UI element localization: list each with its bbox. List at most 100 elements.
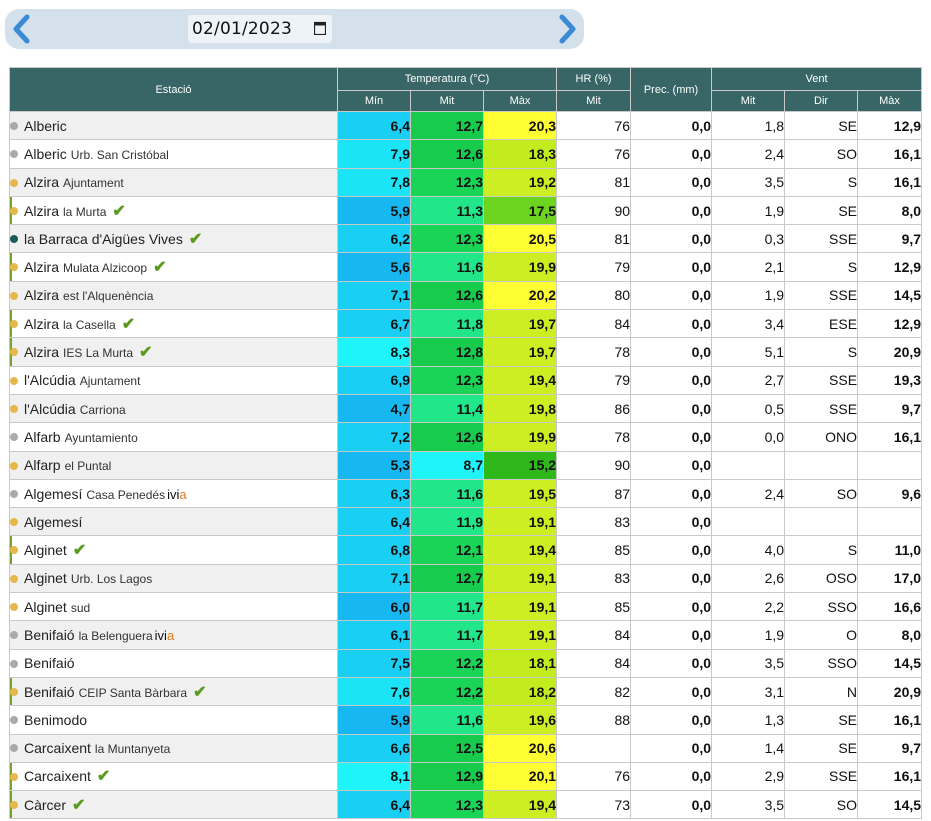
prec-cell: 0,0 <box>630 507 713 537</box>
header-vent: Vent <box>711 67 923 91</box>
header-tmit[interactable]: Mit <box>410 90 484 112</box>
station-cell[interactable]: Alzira est l'Alquenència <box>9 280 338 311</box>
table-row[interactable]: Alzira la Murta ✔ 5,9 11,3 17,5 90 0,0 1,9 SE 8,0 <box>9 195 923 226</box>
station-cell[interactable]: Alfarb Ayuntamiento <box>9 422 338 452</box>
station-cell[interactable]: Algemesí <box>9 507 338 537</box>
station-name[interactable]: Alfarp <box>24 457 61 473</box>
temp-max-cell: 20,6 <box>482 733 558 763</box>
table-row[interactable]: Algemesí 6,4 11,9 19,1 83 0,0 <box>9 507 923 537</box>
table-row[interactable]: Alginet sud 6,0 11,7 19,1 85 0,0 2,2 SSO 16,6 <box>9 592 923 622</box>
table-row[interactable]: Benifaió CEIP Santa Bàrbara ✔ 7,6 12,2 18,2 82… <box>9 676 923 707</box>
station-cell[interactable]: Alzira la Casella ✔ <box>9 309 338 339</box>
table-row[interactable]: Alzira est l'Alquenència 7,1 12,6 20,2 80 0,0 1… <box>9 280 923 311</box>
table-row[interactable]: Carcaixent la Muntanyeta 6,6 12,5 20,6 0,0 1,4… <box>9 733 923 763</box>
station-cell[interactable]: Alzira la Murta ✔ <box>9 195 338 226</box>
station-name[interactable]: Alginet <box>24 599 67 615</box>
table-row[interactable]: Carcaixent ✔ 8,1 12,9 20,1 76 0,0 2,9 SSE 16,1 <box>9 761 923 792</box>
station-name[interactable]: Alzira <box>24 316 59 332</box>
table-row[interactable]: l'Alcúdia Ajuntament 6,9 12,3 19,4 79 0,0 2,7 SS… <box>9 365 923 395</box>
station-cell[interactable]: Benifaió la Belenguera ivia <box>9 620 338 650</box>
station-name[interactable]: Càrcer <box>24 797 66 813</box>
station-cell[interactable]: Alginet sud <box>9 592 338 622</box>
station-name[interactable]: Benifaió <box>24 655 75 671</box>
header-vmax[interactable]: Màx <box>857 90 923 112</box>
station-cell[interactable]: Alberic Urb. San Cristóbal <box>9 139 338 169</box>
table-row[interactable]: Benifaió 7,5 12,2 18,1 84 0,0 3,5 SSO 14,5 <box>9 648 923 678</box>
station-cell[interactable]: Alfarp el Puntal <box>9 450 338 480</box>
station-name[interactable]: Alzira <box>24 344 59 360</box>
station-cell[interactable]: l'Alcúdia Ajuntament <box>9 365 338 395</box>
station-name[interactable]: Alfarb <box>24 429 61 445</box>
station-cell[interactable]: la Barraca d'Aigües Vives ✔ <box>9 224 338 254</box>
station-name[interactable]: Alberic <box>24 118 67 134</box>
station-name[interactable]: Alzira <box>24 203 59 219</box>
calendar-icon[interactable] <box>314 21 326 35</box>
station-cell[interactable]: Benifaió CEIP Santa Bàrbara ✔ <box>9 676 338 707</box>
station-name[interactable]: la Barraca d'Aigües Vives <box>24 231 183 247</box>
station-name[interactable]: Alzira <box>24 287 59 303</box>
station-cell[interactable]: Benifaió <box>9 648 338 678</box>
station-name[interactable]: Benifaió <box>24 684 75 700</box>
header-hrmit[interactable]: Mit <box>556 90 632 112</box>
station-cell[interactable]: Carcaixent la Muntanyeta <box>9 733 338 763</box>
hr-cell: 79 <box>556 252 632 282</box>
table-row[interactable]: Alfarb Ayuntamiento 7,2 12,6 19,9 78 0,0 0,0 ONO… <box>9 422 923 452</box>
table-row[interactable]: Benifaió la Belenguera ivia 6,1 11,7 19,1 84 0,… <box>9 620 923 650</box>
station-name[interactable]: Carcaixent <box>24 768 91 784</box>
header-hr: HR (%) <box>556 67 632 91</box>
table-row[interactable]: Càrcer ✔ 6,4 12,3 19,4 73 0,0 3,5 SO 14,5 <box>9 790 923 820</box>
station-cell[interactable]: Alginet ✔ <box>9 535 338 565</box>
prev-day-arrow-icon[interactable] <box>7 13 37 45</box>
station-cell[interactable]: Alberic <box>9 110 338 141</box>
table-row[interactable]: Benimodo 5,9 11,6 19,6 88 0,0 1,3 SE 16,1 <box>9 705 923 735</box>
header-vdir[interactable]: Dir <box>784 90 859 112</box>
table-row[interactable]: Alginet Urb. Los Lagos 7,1 12,7 19,1 83 0,0 2,6… <box>9 563 923 594</box>
station-cell[interactable]: Alzira IES La Murta ✔ <box>9 337 338 367</box>
station-cell[interactable]: Alzira Mulata Alzicoop ✔ <box>9 252 338 282</box>
wind-mit-cell: 2,2 <box>711 592 786 622</box>
table-row[interactable]: Alzira Mulata Alzicoop ✔ 5,6 11,6 19,9 79 0,0 2,… <box>9 252 923 282</box>
header-estacio[interactable]: Estació <box>9 67 338 112</box>
table-row[interactable]: l'Alcúdia Carriona 4,7 11,4 19,8 86 0,0 0,5 SSE 9… <box>9 393 923 424</box>
date-input[interactable]: 02/01/2023 <box>188 15 332 43</box>
table-row[interactable]: Alzira IES La Murta ✔ 8,3 12,8 19,7 78 0,0 5,1 S 2… <box>9 337 923 367</box>
wind-max-cell: 9,7 <box>857 224 923 254</box>
station-name[interactable]: Alzira <box>24 259 59 275</box>
station-name[interactable]: Alginet <box>24 542 67 558</box>
station-name[interactable]: l'Alcúdia <box>24 401 76 417</box>
table-row[interactable]: Alberic Urb. San Cristóbal 7,9 12,6 18,3 76 0,… <box>9 139 923 169</box>
station-name[interactable]: Benifaió <box>24 627 75 643</box>
station-name[interactable]: Algemesí <box>24 514 82 530</box>
table-row[interactable]: Algemesí Casa Penedés ivia 6,3 11,6 19,5 87 0,0… <box>9 478 923 509</box>
station-name[interactable]: Alzira <box>24 174 59 190</box>
station-location: la Muntanyeta <box>94 742 171 757</box>
table-row[interactable]: Alberic 6,4 12,7 20,3 76 0,0 1,8 SE 12,9 <box>9 110 923 141</box>
station-cell[interactable]: Carcaixent ✔ <box>9 761 338 792</box>
table-row[interactable]: la Barraca d'Aigües Vives ✔ 6,2 12,3 20,5 81 0… <box>9 224 923 254</box>
table-row[interactable]: Alzira Ajuntament 7,8 12,3 19,2 81 0,0 3,5 S 16,1 <box>9 167 923 197</box>
station-name[interactable]: Alginet <box>24 570 67 586</box>
prec-cell: 0,0 <box>630 139 713 169</box>
header-vmit[interactable]: Mit <box>711 90 786 112</box>
station-name[interactable]: Benimodo <box>24 712 87 728</box>
wind-max-cell: 17,0 <box>857 563 923 594</box>
header-tmax[interactable]: Màx <box>482 90 558 112</box>
table-row[interactable]: Alzira la Casella ✔ 6,7 11,8 19,7 84 0,0 3,4 ESE 1… <box>9 309 923 339</box>
temp-mit-cell: 12,3 <box>410 790 484 820</box>
table-row[interactable]: Alginet ✔ 6,8 12,1 19,4 85 0,0 4,0 S 11,0 <box>9 535 923 565</box>
station-name[interactable]: Alberic <box>24 146 67 162</box>
status-dot-icon <box>10 291 18 300</box>
station-cell[interactable]: Benimodo <box>9 705 338 735</box>
station-name[interactable]: l'Alcúdia <box>24 372 76 388</box>
header-tmin[interactable]: Mín <box>337 90 411 112</box>
station-cell[interactable]: Alginet Urb. Los Lagos <box>9 563 338 594</box>
station-name[interactable]: Carcaixent <box>24 740 91 756</box>
station-cell[interactable]: Càrcer ✔ <box>9 790 338 820</box>
header-prec[interactable]: Prec. (mm) <box>630 67 713 112</box>
station-cell[interactable]: l'Alcúdia Carriona <box>9 393 338 424</box>
table-row[interactable]: Alfarp el Puntal 5,3 8,7 15,2 90 0,0 <box>9 450 923 480</box>
station-cell[interactable]: Alzira Ajuntament <box>9 167 338 197</box>
station-cell[interactable]: Algemesí Casa Penedés ivia <box>9 478 338 509</box>
next-day-arrow-icon[interactable] <box>552 13 582 45</box>
station-name[interactable]: Algemesí <box>24 486 82 502</box>
